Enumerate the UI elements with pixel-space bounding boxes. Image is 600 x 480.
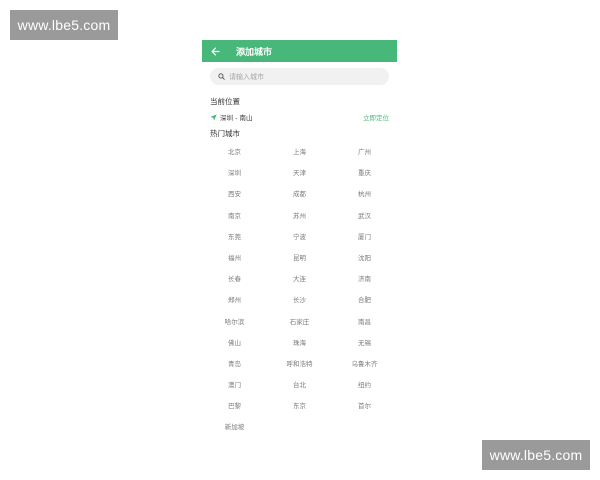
page-title: 添加城市 bbox=[236, 47, 273, 58]
current-location-row: 深圳 - 南山 立即定位 bbox=[202, 112, 397, 122]
city-item[interactable]: 苏州 bbox=[267, 206, 332, 227]
hot-cities-grid: 北京 上海 广州 深圳 天津 重庆 西安 成都 杭州 南京 苏州 武汉 东莞 宁… bbox=[202, 142, 397, 439]
city-item[interactable]: 广州 bbox=[332, 142, 397, 163]
arrow-left-icon bbox=[210, 46, 220, 56]
city-item[interactable]: 大连 bbox=[267, 269, 332, 290]
current-location-value: 深圳 - 南山 bbox=[220, 114, 253, 122]
city-item[interactable]: 北京 bbox=[202, 142, 267, 163]
city-picker-screen: 添加城市 当前位置 深圳 - 南山 立即定位 热门城市 北京 bbox=[202, 40, 397, 450]
city-item[interactable]: 南京 bbox=[202, 206, 267, 227]
city-item[interactable]: 昆明 bbox=[267, 248, 332, 269]
city-item[interactable]: 首尔 bbox=[332, 396, 397, 417]
city-item[interactable]: 巴黎 bbox=[202, 396, 267, 417]
city-item[interactable]: 长沙 bbox=[267, 290, 332, 311]
watermark-bottom: www.lbe5.com bbox=[482, 440, 590, 470]
screenshot-canvas: www.lbe5.com 添加城市 当前位置 bbox=[0, 0, 600, 480]
city-item[interactable]: 南昌 bbox=[332, 312, 397, 333]
city-item[interactable]: 西安 bbox=[202, 184, 267, 205]
city-item[interactable]: 重庆 bbox=[332, 163, 397, 184]
app-header: 添加城市 bbox=[202, 40, 397, 62]
search-bar[interactable] bbox=[210, 68, 389, 85]
city-item[interactable]: 石家庄 bbox=[267, 312, 332, 333]
locate-now-button[interactable]: 立即定位 bbox=[363, 112, 389, 122]
city-item[interactable]: 宁波 bbox=[267, 227, 332, 248]
city-item[interactable]: 济南 bbox=[332, 269, 397, 290]
city-item[interactable]: 珠海 bbox=[267, 333, 332, 354]
city-item[interactable]: 厦门 bbox=[332, 227, 397, 248]
city-item[interactable]: 郑州 bbox=[202, 290, 267, 311]
search-area bbox=[202, 62, 397, 85]
city-item[interactable]: 呼和浩特 bbox=[267, 354, 332, 375]
city-item[interactable]: 台北 bbox=[267, 375, 332, 396]
city-item[interactable]: 深圳 bbox=[202, 163, 267, 184]
city-item[interactable]: 新加坡 bbox=[202, 417, 267, 438]
city-item[interactable]: 合肥 bbox=[332, 290, 397, 311]
search-input[interactable] bbox=[229, 72, 379, 81]
search-icon bbox=[218, 73, 225, 80]
city-item[interactable]: 澳门 bbox=[202, 375, 267, 396]
current-location-info: 深圳 - 南山 bbox=[210, 112, 252, 122]
city-item[interactable]: 杭州 bbox=[332, 184, 397, 205]
hot-cities-title: 热门城市 bbox=[210, 129, 240, 138]
city-item[interactable]: 长春 bbox=[202, 269, 267, 290]
city-item[interactable]: 成都 bbox=[267, 184, 332, 205]
city-item[interactable]: 佛山 bbox=[202, 333, 267, 354]
current-location-title: 当前位置 bbox=[210, 97, 240, 106]
city-item[interactable]: 纽约 bbox=[332, 375, 397, 396]
city-item[interactable]: 天津 bbox=[267, 163, 332, 184]
watermark-top: www.lbe5.com bbox=[10, 10, 118, 40]
city-item[interactable]: 无锡 bbox=[332, 333, 397, 354]
back-button[interactable] bbox=[202, 40, 228, 62]
city-item[interactable]: 乌鲁木齐 bbox=[332, 354, 397, 375]
city-item[interactable]: 武汉 bbox=[332, 206, 397, 227]
navigation-arrow-icon bbox=[210, 113, 217, 121]
city-item[interactable]: 沈阳 bbox=[332, 248, 397, 269]
city-item[interactable]: 青岛 bbox=[202, 354, 267, 375]
city-item[interactable]: 哈尔滨 bbox=[202, 312, 267, 333]
city-item[interactable]: 东京 bbox=[267, 396, 332, 417]
city-item[interactable]: 上海 bbox=[267, 142, 332, 163]
city-item[interactable]: 福州 bbox=[202, 248, 267, 269]
city-item[interactable]: 东莞 bbox=[202, 227, 267, 248]
